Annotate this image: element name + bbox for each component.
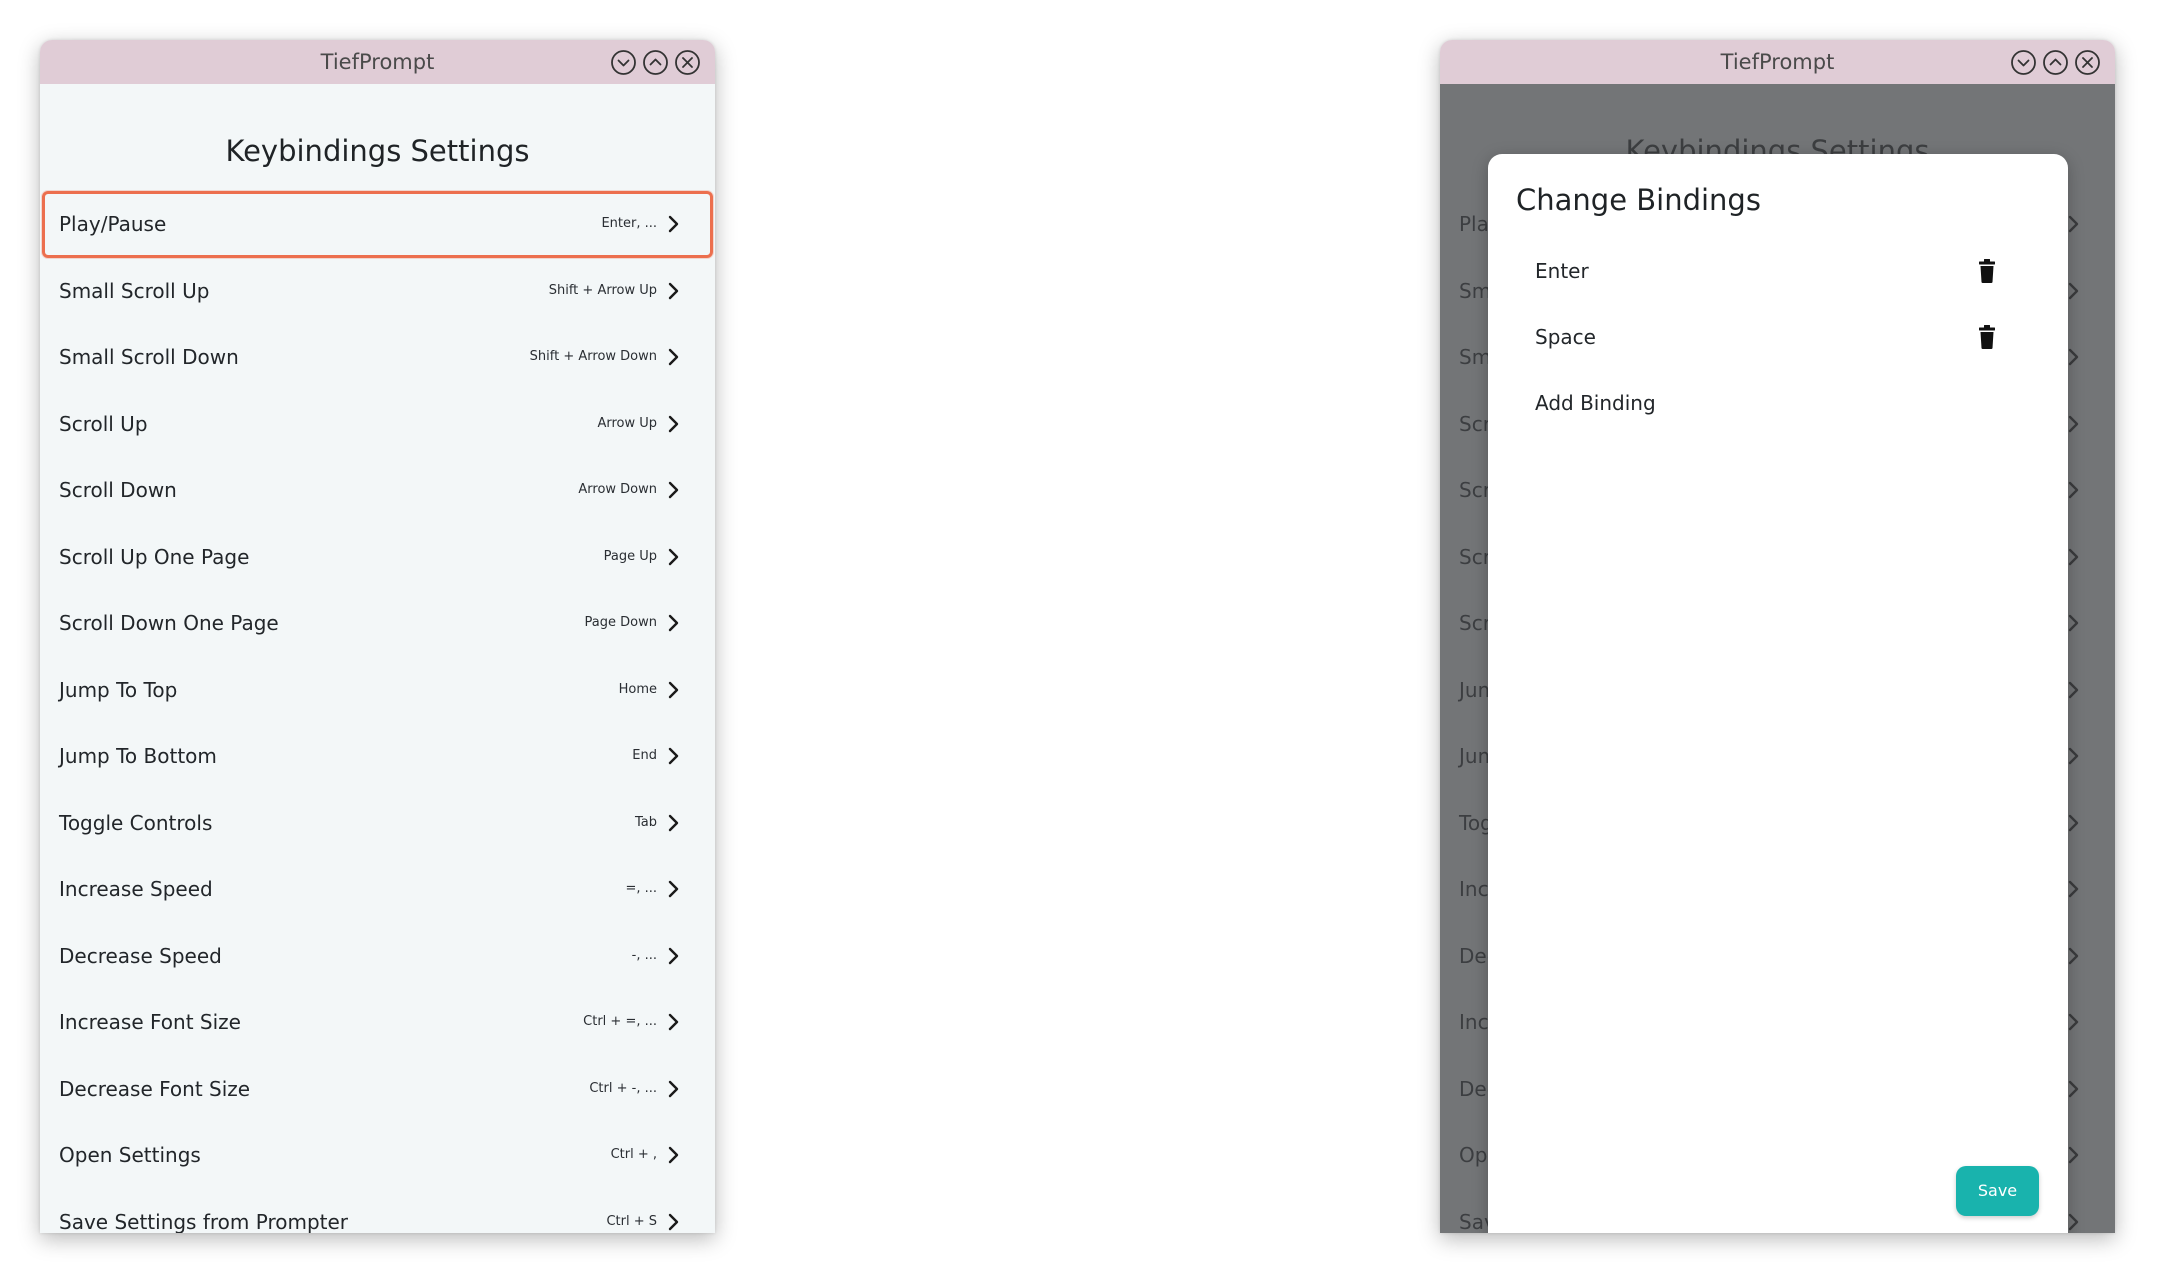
keybinding-value: Enter, ...: [601, 216, 657, 231]
chevron-right-icon: [667, 481, 679, 499]
keybinding-row[interactable]: Play/Pause Enter, ...: [42, 191, 713, 258]
chevron-right-icon: [667, 1013, 679, 1031]
keybinding-action-label: Toggle Controls: [59, 810, 213, 835]
keybinding-action-label: Small Scroll Down: [59, 345, 239, 369]
keybinding-action-label: Scroll Down: [59, 478, 177, 502]
keybinding-row[interactable]: Decrease Speed -, ...: [42, 923, 713, 990]
binding-label: Space: [1535, 325, 1596, 349]
keybinding-row[interactable]: Save Settings from Prompter Ctrl + S: [42, 1189, 713, 1234]
keybinding-action-label: Jump To Top: [59, 677, 178, 702]
keybinding-row[interactable]: Small Scroll Down Shift + Arrow Down: [42, 324, 713, 391]
binding-label: Enter: [1535, 259, 1589, 283]
keybinding-action-label: Scroll Up: [59, 411, 148, 436]
keybinding-row[interactable]: Open Settings Ctrl + ,: [42, 1122, 713, 1189]
keybinding-action-label: Increase Speed: [59, 877, 213, 901]
keybinding-value: Page Up: [603, 548, 657, 564]
maximize-icon[interactable]: [642, 49, 669, 76]
keybinding-action-label: Decrease Font Size: [59, 1076, 251, 1101]
keybinding-value: Arrow Up: [597, 415, 657, 431]
keybinding-row[interactable]: Increase Speed =, ...: [42, 856, 713, 923]
chevron-right-icon: [667, 215, 679, 233]
keybinding-action-label: Increase Font Size: [59, 1010, 241, 1034]
keybinding-action-label: Scroll Down One Page: [59, 611, 279, 635]
trash-icon[interactable]: [1978, 259, 1996, 283]
chevron-right-icon: [667, 1146, 679, 1164]
keybinding-action-label: Jump To Bottom: [59, 744, 217, 768]
add-binding-button[interactable]: Add Binding: [1535, 383, 2008, 423]
keybinding-value: -, ...: [631, 947, 657, 963]
chevron-right-icon: [667, 614, 679, 632]
keybinding-row[interactable]: Jump To Bottom End: [42, 723, 713, 790]
minimize-icon[interactable]: [610, 49, 637, 76]
chevron-right-icon: [667, 348, 679, 366]
keybinding-value: Shift + Arrow Down: [529, 349, 657, 364]
binding-row: Space: [1535, 317, 2008, 357]
keybinding-value: Ctrl + -, ...: [589, 1080, 657, 1096]
keybinding-action-label: Save Settings from Prompter: [59, 1209, 349, 1234]
keybinding-action-label: Scroll Up One Page: [59, 544, 250, 569]
chevron-right-icon: [667, 681, 679, 699]
keybinding-row[interactable]: Jump To Top Home: [42, 657, 713, 724]
chevron-right-icon: [667, 814, 679, 832]
keybinding-action-label: Decrease Speed: [59, 943, 222, 968]
dialog-title: Change Bindings: [1516, 183, 1761, 217]
keybinding-value: End: [632, 748, 657, 763]
keybinding-row[interactable]: Toggle Controls Tab: [42, 790, 713, 857]
change-bindings-dialog: Change Bindings Enter Space Add Binding …: [1488, 154, 2068, 1233]
keybinding-value: =, ...: [625, 881, 657, 896]
minimize-icon[interactable]: [2010, 49, 2037, 76]
keybinding-value: Ctrl + ,: [610, 1147, 657, 1162]
chevron-right-icon: [667, 1213, 679, 1231]
keybinding-value: Shift + Arrow Up: [548, 282, 657, 298]
keybinding-row[interactable]: Decrease Font Size Ctrl + -, ...: [42, 1056, 713, 1123]
add-binding-label: Add Binding: [1535, 391, 1656, 415]
settings-window: TiefPrompt Keybindings Settings Play/Pau…: [40, 40, 715, 1233]
keybinding-action-label: Play/Pause: [59, 212, 167, 236]
keybinding-row[interactable]: Scroll Up One Page Page Up: [42, 524, 713, 591]
settings-content: Keybindings Settings Play/Pause Enter, ..…: [40, 84, 715, 1233]
modal-backdrop[interactable]: Change Bindings Enter Space Add Binding …: [1440, 84, 2115, 1233]
chevron-right-icon: [667, 415, 679, 433]
trash-icon[interactable]: [1978, 325, 1996, 349]
keybinding-action-label: Open Settings: [59, 1143, 201, 1167]
keybinding-value: Tab: [634, 814, 657, 830]
keybinding-action-label: Small Scroll Up: [59, 278, 210, 303]
settings-window-with-dialog: TiefPrompt Keybindings Settings Play/Pau…: [1440, 40, 2115, 1233]
page-title: Keybindings Settings: [225, 134, 530, 168]
chevron-right-icon: [667, 747, 679, 765]
keybinding-value: Home: [618, 681, 657, 697]
chevron-right-icon: [667, 947, 679, 965]
close-icon[interactable]: [2074, 49, 2101, 76]
close-icon[interactable]: [674, 49, 701, 76]
window-controls: [610, 49, 701, 76]
window-titlebar[interactable]: TiefPrompt: [1440, 40, 2115, 84]
keybinding-value: Ctrl + S: [606, 1213, 657, 1229]
keybinding-list: Play/Pause Enter, ... Small Scroll Up Shift…: [42, 191, 713, 1233]
keybinding-value: Page Down: [584, 615, 657, 630]
chevron-right-icon: [667, 282, 679, 300]
window-titlebar[interactable]: TiefPrompt: [40, 40, 715, 84]
keybinding-value: Arrow Down: [578, 482, 657, 497]
binding-row: Enter: [1535, 251, 2008, 291]
chevron-right-icon: [667, 880, 679, 898]
maximize-icon[interactable]: [2042, 49, 2069, 76]
keybinding-row[interactable]: Scroll Up Arrow Up: [42, 391, 713, 458]
keybinding-row[interactable]: Scroll Down Arrow Down: [42, 457, 713, 524]
save-button[interactable]: Save: [1956, 1166, 2039, 1216]
keybinding-row[interactable]: Small Scroll Up Shift + Arrow Up: [42, 258, 713, 325]
chevron-right-icon: [667, 1080, 679, 1098]
keybinding-row[interactable]: Increase Font Size Ctrl + =, ...: [42, 989, 713, 1056]
keybinding-value: Ctrl + =, ...: [583, 1014, 657, 1029]
chevron-right-icon: [667, 548, 679, 566]
keybinding-row[interactable]: Scroll Down One Page Page Down: [42, 590, 713, 657]
window-controls: [2010, 49, 2101, 76]
